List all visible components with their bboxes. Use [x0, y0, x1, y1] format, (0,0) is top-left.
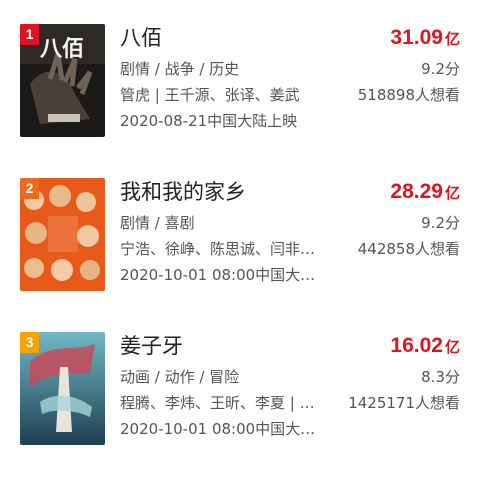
movie-title[interactable]: 八佰: [120, 24, 162, 52]
box-office-value: 31.09: [390, 26, 443, 49]
movie-genres: 剧情 / 战争 / 历史: [120, 60, 240, 78]
movie-release: 2020-10-01 08:00中国大…: [120, 420, 316, 438]
box-office-list: 八佰 1 八佰 剧情 / 战争 / 历史 管虎 | 王千源、张译、姜武 2020…: [0, 0, 480, 480]
movie-poster[interactable]: 八佰 1: [20, 24, 105, 137]
movie-cast: 程腾、李炜、王昕、李夏 | …: [120, 394, 315, 412]
movie-score: 8.3分: [421, 368, 460, 386]
rank-badge: 1: [20, 24, 39, 45]
movie-poster[interactable]: 3: [20, 332, 105, 445]
rank-badge: 2: [20, 178, 39, 199]
movie-title[interactable]: 姜子牙: [120, 332, 183, 360]
rank-badge: 3: [20, 332, 39, 353]
box-office: 16.02 亿: [390, 332, 460, 361]
movie-cast: 宁浩、徐峥、陈思诚、闫非…: [120, 240, 316, 258]
box-office-unit: 亿: [444, 184, 460, 202]
poster-title-text: 八佰: [40, 36, 84, 62]
movie-genres: 剧情 / 喜剧: [120, 214, 195, 232]
box-office-unit: 亿: [444, 30, 460, 48]
movie-poster[interactable]: 2: [20, 178, 105, 291]
movie-wants: 518898人想看: [357, 86, 460, 104]
movie-score: 9.2分: [421, 60, 460, 78]
movie-title[interactable]: 我和我的家乡: [120, 178, 246, 206]
box-office: 28.29 亿: [390, 178, 460, 207]
movie-cast: 管虎 | 王千源、张译、姜武: [120, 86, 300, 104]
box-office-unit: 亿: [444, 338, 460, 356]
box-office: 31.09 亿: [390, 24, 460, 53]
movie-release: 2020-08-21中国大陆上映: [120, 112, 298, 130]
movie-wants: 1425171人想看: [348, 394, 460, 412]
movie-item[interactable]: 3 姜子牙 动画 / 动作 / 冒险 程腾、李炜、王昕、李夏 | … 2020-…: [0, 332, 480, 447]
movie-item[interactable]: 八佰 1 八佰 剧情 / 战争 / 历史 管虎 | 王千源、张译、姜武 2020…: [0, 24, 480, 139]
movie-score: 9.2分: [421, 214, 460, 232]
movie-item[interactable]: 2 我和我的家乡 剧情 / 喜剧 宁浩、徐峥、陈思诚、闫非… 2020-10-0…: [0, 178, 480, 293]
movie-genres: 动画 / 动作 / 冒险: [120, 368, 240, 386]
movie-release: 2020-10-01 08:00中国大…: [120, 266, 316, 284]
box-office-value: 28.29: [390, 180, 443, 203]
movie-wants: 442858人想看: [357, 240, 460, 258]
box-office-value: 16.02: [390, 334, 443, 357]
